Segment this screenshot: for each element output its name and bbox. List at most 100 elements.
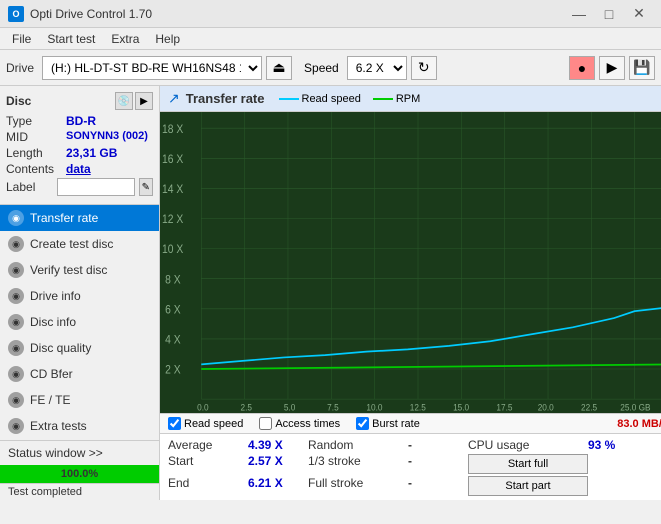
length-value: 23,31 GB <box>66 146 117 160</box>
save-button[interactable]: 💾 <box>629 56 655 80</box>
speed-label: Speed <box>304 61 339 75</box>
close-button[interactable]: ✕ <box>625 4 653 24</box>
svg-text:18 X: 18 X <box>162 123 184 136</box>
burst-rate-label: 83.0 MB/s <box>617 418 661 430</box>
sidebar: Disc 💿 ▶ Type BD-R MID SONYNN3 (002) Len… <box>0 86 160 500</box>
menu-help[interactable]: Help <box>147 30 188 48</box>
status-window-label: Status window >> <box>8 446 103 460</box>
nav-label-cd-bfer: CD Bfer <box>30 367 73 381</box>
stroke-value: - <box>408 454 468 474</box>
record-button[interactable]: ● <box>569 56 595 80</box>
type-label: Type <box>6 114 66 128</box>
length-label: Length <box>6 146 66 160</box>
start-full-button[interactable]: Start full <box>468 454 588 474</box>
nav-label-extra: Extra tests <box>30 419 87 433</box>
read-speed-checkbox[interactable] <box>168 417 181 430</box>
read-speed-checkbox-label[interactable]: Read speed <box>168 417 243 430</box>
avg-label: Average <box>168 438 248 452</box>
maximize-button[interactable]: □ <box>595 4 623 24</box>
refresh-button[interactable]: ↻ <box>411 56 437 80</box>
burst-rate-checkbox-label[interactable]: Burst rate <box>356 417 420 430</box>
minimize-button[interactable]: — <box>565 4 593 24</box>
nav-label-transfer: Transfer rate <box>30 211 98 225</box>
chart-legend: Read speed RPM <box>279 93 421 105</box>
menu-file[interactable]: File <box>4 30 39 48</box>
full-stroke-label: Full stroke <box>308 476 408 496</box>
svg-text:12 X: 12 X <box>162 214 184 227</box>
toolbar: Drive (H:) HL-DT-ST BD-RE WH16NS48 1.D3 … <box>0 50 661 86</box>
svg-text:2 X: 2 X <box>165 364 181 377</box>
full-stroke-value: - <box>408 476 468 496</box>
legend-read-color <box>279 98 299 100</box>
play-button[interactable]: ▶ <box>599 56 625 80</box>
nav-icon-quality: ◉ <box>8 340 24 356</box>
label-input[interactable] <box>57 178 135 196</box>
nav-create-test-disc[interactable]: ◉ Create test disc <box>0 231 159 257</box>
nav-fe-te[interactable]: ◉ FE / TE <box>0 387 159 413</box>
window-controls: — □ ✕ <box>565 4 653 24</box>
chart-area: 18 X 16 X 14 X 12 X 10 X 8 X 6 X 4 X 2 X… <box>160 112 661 413</box>
mid-label: MID <box>6 130 66 144</box>
legend-rpm-label: RPM <box>396 93 420 105</box>
svg-text:17.5: 17.5 <box>496 402 512 413</box>
cpu-value: 93 % <box>588 438 661 452</box>
disc-mid-row: MID SONYNN3 (002) <box>6 130 153 144</box>
random-value: - <box>408 438 468 452</box>
nav-cd-bfer[interactable]: ◉ CD Bfer <box>0 361 159 387</box>
nav-drive-info[interactable]: ◉ Drive info <box>0 283 159 309</box>
status-window-button[interactable]: Status window >> <box>0 441 159 465</box>
main-area: Disc 💿 ▶ Type BD-R MID SONYNN3 (002) Len… <box>0 86 661 500</box>
start-part-button[interactable]: Start part <box>468 476 588 496</box>
disc-panel: Disc 💿 ▶ Type BD-R MID SONYNN3 (002) Len… <box>0 86 159 205</box>
nav-icon-drive: ◉ <box>8 288 24 304</box>
chart-controls: Read speed Access times Burst rate 83.0 … <box>160 413 661 434</box>
label-label: Label <box>6 180 53 194</box>
svg-text:4 X: 4 X <box>165 334 181 347</box>
nav-transfer-rate[interactable]: ◉ Transfer rate <box>0 205 159 231</box>
label-edit-button[interactable]: ✎ <box>139 178 153 196</box>
access-times-checkbox[interactable] <box>259 417 272 430</box>
svg-text:22.5: 22.5 <box>581 402 597 413</box>
disc-icon-2[interactable]: ▶ <box>135 92 153 110</box>
burst-rate-checkbox[interactable] <box>356 417 369 430</box>
app-icon: O <box>8 6 24 22</box>
contents-value[interactable]: data <box>66 162 91 176</box>
status-text: Test completed <box>0 483 159 500</box>
svg-text:12.5: 12.5 <box>410 402 426 413</box>
chart-title: Transfer rate <box>186 91 265 106</box>
legend-read-speed: Read speed <box>279 93 361 105</box>
burst-rate-value: 83.0 MB/s <box>617 418 661 430</box>
legend-rpm-color <box>373 98 393 100</box>
nav-icon-cd-bfer: ◉ <box>8 366 24 382</box>
burst-rate-cb-label: Burst rate <box>372 418 420 430</box>
content-area: ↗ Transfer rate Read speed RPM <box>160 86 661 500</box>
nav-disc-info[interactable]: ◉ Disc info <box>0 309 159 335</box>
nav-extra-tests[interactable]: ◉ Extra tests <box>0 413 159 439</box>
disc-length-row: Length 23,31 GB <box>6 146 153 160</box>
menu-start-test[interactable]: Start test <box>39 30 103 48</box>
nav-disc-quality[interactable]: ◉ Disc quality <box>0 335 159 361</box>
nav-icon-verify: ◉ <box>8 262 24 278</box>
svg-text:6 X: 6 X <box>165 304 181 317</box>
svg-text:8 X: 8 X <box>165 274 181 287</box>
drive-select[interactable]: (H:) HL-DT-ST BD-RE WH16NS48 1.D3 <box>42 56 262 80</box>
eject-button[interactable]: ⏏ <box>266 56 292 80</box>
cpu-label: CPU usage <box>468 438 588 452</box>
disc-contents-row: Contents data <box>6 162 153 176</box>
random-label: Random <box>308 438 408 452</box>
app-title: Opti Drive Control 1.70 <box>30 7 152 21</box>
nav-label-disc-info: Disc info <box>30 315 76 329</box>
access-times-cb-label: Access times <box>275 418 340 430</box>
nav-verify-test-disc[interactable]: ◉ Verify test disc <box>0 257 159 283</box>
disc-icon-1[interactable]: 💿 <box>115 92 133 110</box>
nav-label-create: Create test disc <box>30 237 113 251</box>
start-label: Start <box>168 454 248 474</box>
start-value: 2.57 X <box>248 454 308 474</box>
access-times-checkbox-label[interactable]: Access times <box>259 417 340 430</box>
status-bottom: Status window >> 100.0% Test completed <box>0 440 159 500</box>
speed-select[interactable]: 6.2 X MAX 4.0 X 2.0 X <box>347 56 407 80</box>
chart-svg: 18 X 16 X 14 X 12 X 10 X 8 X 6 X 4 X 2 X… <box>160 112 661 413</box>
menu-extra[interactable]: Extra <box>103 30 147 48</box>
nav-icon-transfer: ◉ <box>8 210 24 226</box>
progress-area: 100.0% <box>0 465 159 483</box>
